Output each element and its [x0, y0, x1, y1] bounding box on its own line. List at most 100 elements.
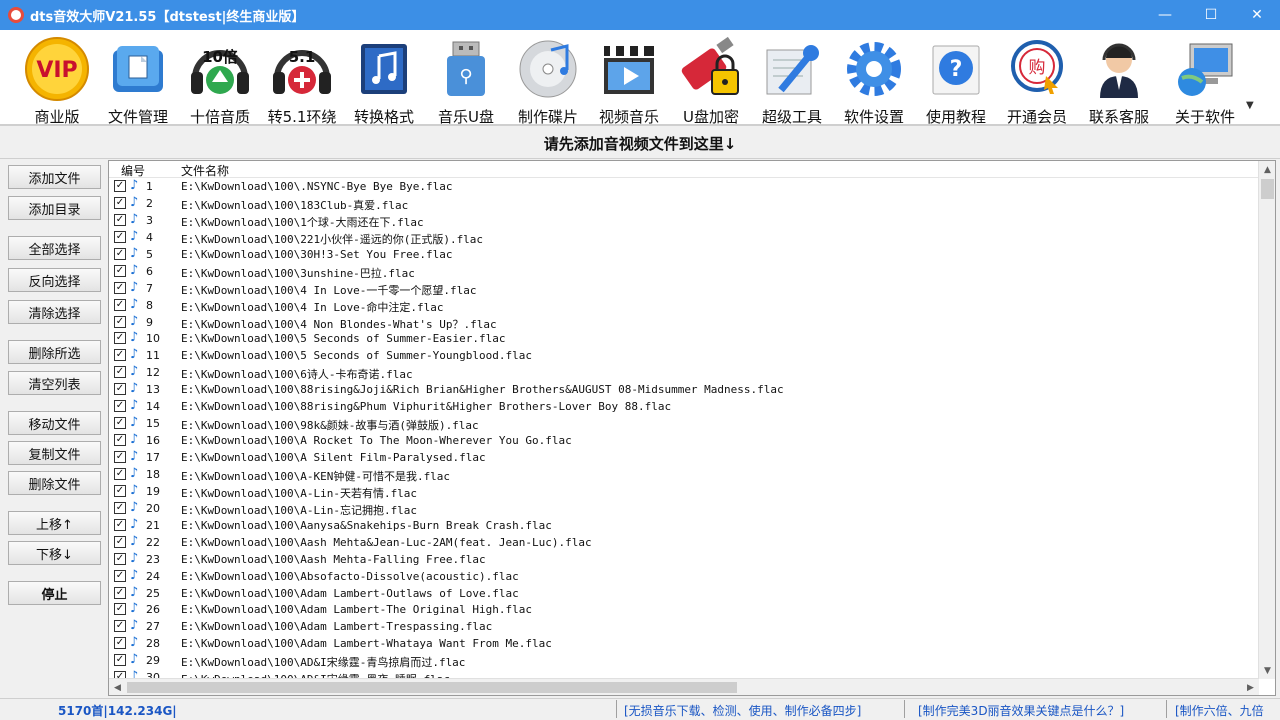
table-row[interactable]: ✓ ♪ 27 E:\KwDownload\100\Adam Lambert-Tresp…	[109, 618, 1259, 635]
horizontal-scrollbar[interactable]: ◀ ▶	[109, 678, 1259, 695]
table-row[interactable]: ✓ ♪ 14 E:\KwDownload\100\88rising&Phum Viph…	[109, 398, 1259, 415]
row-checkbox[interactable]: ✓	[114, 501, 126, 514]
table-row[interactable]: ✓ ♪ 9 E:\KwDownload\100\4 Non Blondes-What'…	[109, 314, 1259, 331]
row-checkbox[interactable]: ✓	[114, 552, 126, 565]
row-checkbox[interactable]: ✓	[114, 247, 126, 260]
table-row[interactable]: ✓ ♪ 26 E:\KwDownload\100\Adam Lambert-The O…	[109, 601, 1259, 618]
row-checkbox[interactable]: ✓	[114, 196, 126, 209]
toolbar-convert[interactable]: 转换格式	[344, 30, 424, 126]
move-up-button[interactable]: 上移↑	[8, 511, 101, 535]
table-row[interactable]: ✓ ♪ 28 E:\KwDownload\100\Adam Lambert-Whata…	[109, 635, 1259, 652]
toolbar-settings[interactable]: 软件设置	[834, 30, 914, 126]
table-row[interactable]: ✓ ♪ 17 E:\KwDownload\100\A Silent Film-Para…	[109, 449, 1259, 466]
help-link-multiplier[interactable]: [制作六倍、九倍	[1175, 702, 1264, 719]
toolbar-tutorial[interactable]: ? 使用教程	[916, 30, 996, 126]
toolbar-files[interactable]: 文件管理	[98, 30, 178, 126]
chevron-down-icon[interactable]: ▼	[1246, 100, 1254, 111]
row-checkbox[interactable]: ✓	[114, 451, 126, 463]
row-checkbox[interactable]: ✓	[114, 281, 126, 294]
scroll-down-icon[interactable]: ▼	[1259, 662, 1276, 679]
row-checkbox[interactable]: ✓	[114, 366, 126, 379]
toolbar-usb[interactable]: ⚲ 音乐U盘	[426, 30, 506, 126]
row-checkbox[interactable]: ✓	[114, 535, 126, 548]
table-row[interactable]: ✓ ♪ 22 E:\KwDownload\100\Aash Mehta&Jean-Lu…	[109, 534, 1259, 551]
column-header-filename[interactable]: 文件名称	[181, 162, 229, 179]
scroll-thumb[interactable]	[127, 682, 737, 693]
row-checkbox[interactable]: ✓	[114, 349, 126, 362]
row-checkbox[interactable]: ✓	[114, 620, 126, 633]
toolbar-about[interactable]: 关于软件	[1165, 30, 1245, 126]
select-all-button[interactable]: 全部选择	[8, 236, 101, 260]
row-checkbox[interactable]: ✓	[114, 654, 126, 667]
table-row[interactable]: ✓ ♪ 3 E:\KwDownload\100\1个球-大雨还在下.flac	[109, 212, 1259, 229]
scroll-right-icon[interactable]: ▶	[1242, 679, 1259, 696]
scroll-thumb[interactable]	[1261, 179, 1274, 199]
move-file-button[interactable]: 移动文件	[8, 411, 101, 435]
help-link-3d[interactable]: [制作完美3D丽音效果关键点是什么？]	[918, 702, 1124, 719]
row-checkbox[interactable]: ✓	[114, 586, 126, 599]
table-row[interactable]: ✓ ♪ 12 E:\KwDownload\100\6诗人-卡布奇诺.flac	[109, 364, 1259, 381]
delete-selected-button[interactable]: 删除所选	[8, 340, 101, 364]
row-checkbox[interactable]: ✓	[114, 518, 126, 531]
toolbar-member[interactable]: 购 开通会员	[997, 30, 1077, 126]
maximize-button[interactable]: ☐	[1188, 0, 1234, 30]
table-row[interactable]: ✓ ♪ 19 E:\KwDownload\100\A-Lin-天若有情.flac	[109, 483, 1259, 500]
minimize-button[interactable]: —	[1142, 0, 1188, 30]
row-checkbox[interactable]: ✓	[114, 637, 126, 650]
table-row[interactable]: ✓ ♪ 23 E:\KwDownload\100\Aash Mehta-Falling…	[109, 551, 1259, 568]
table-row[interactable]: ✓ ♪ 1 E:\KwDownload\100\.NSYNC-Bye Bye Bye.…	[109, 178, 1259, 195]
table-row[interactable]: ✓ ♪ 25 E:\KwDownload\100\Adam Lambert-Outla…	[109, 585, 1259, 602]
table-row[interactable]: ✓ ♪ 16 E:\KwDownload\100\A Rocket To The Mo…	[109, 432, 1259, 449]
table-row[interactable]: ✓ ♪ 21 E:\KwDownload\100\Aanysa&Snakehips-B…	[109, 517, 1259, 534]
table-row[interactable]: ✓ ♪ 24 E:\KwDownload\100\Absofacto-Dissolve…	[109, 568, 1259, 585]
row-checkbox[interactable]: ✓	[114, 264, 126, 277]
toolbar-surround[interactable]: 5.1 转5.1环绕	[262, 30, 342, 126]
table-row[interactable]: ✓ ♪ 18 E:\KwDownload\100\A-KEN钟健-可惜不是我.flac	[109, 466, 1259, 483]
table-row[interactable]: ✓ ♪ 29 E:\KwDownload\100\AD&I宋缘霆-青鸟掠肩而过.fla…	[109, 652, 1259, 669]
copy-file-button[interactable]: 复制文件	[8, 441, 101, 465]
row-checkbox[interactable]: ✓	[114, 213, 126, 226]
row-checkbox[interactable]: ✓	[114, 400, 126, 413]
file-list[interactable]: 编号 文件名称 ✓ ♪ 1 E:\KwDownload\100\.NSYNC-Bye …	[108, 160, 1276, 696]
invert-selection-button[interactable]: 反向选择	[8, 268, 101, 292]
table-row[interactable]: ✓ ♪ 13 E:\KwDownload\100\88rising&Joji&Rich…	[109, 381, 1259, 398]
clear-selection-button[interactable]: 清除选择	[8, 300, 101, 324]
row-checkbox[interactable]: ✓	[114, 603, 126, 616]
title-bar[interactable]: dts音效大师V21.55【dtstest|终生商业版】 — ☐ ✕	[0, 0, 1280, 30]
row-checkbox[interactable]: ✓	[114, 484, 126, 497]
table-row[interactable]: ✓ ♪ 11 E:\KwDownload\100\5 Seconds of Summe…	[109, 347, 1259, 364]
table-row[interactable]: ✓ ♪ 4 E:\KwDownload\100\221小伙伴-遥远的你(正式版).fl…	[109, 229, 1259, 246]
scroll-up-icon[interactable]: ▲	[1259, 161, 1276, 178]
scroll-left-icon[interactable]: ◀	[109, 679, 126, 696]
table-row[interactable]: ✓ ♪ 5 E:\KwDownload\100\30H!3-Set You Free.…	[109, 246, 1259, 263]
row-checkbox[interactable]: ✓	[114, 315, 126, 328]
row-checkbox[interactable]: ✓	[114, 230, 126, 243]
vertical-scrollbar[interactable]: ▲ ▼	[1258, 161, 1275, 679]
toolbar-support[interactable]: 联系客服	[1079, 30, 1159, 126]
row-checkbox[interactable]: ✓	[114, 180, 126, 192]
delete-file-button[interactable]: 删除文件	[8, 471, 101, 495]
table-row[interactable]: ✓ ♪ 15 E:\KwDownload\100\98k&颜妹-故事与酒(弹鼓版).f…	[109, 415, 1259, 432]
add-file-button[interactable]: 添加文件	[8, 165, 101, 189]
move-down-button[interactable]: 下移↓	[8, 541, 101, 565]
table-row[interactable]: ✓ ♪ 20 E:\KwDownload\100\A-Lin-忘记拥抱.flac	[109, 500, 1259, 517]
row-checkbox[interactable]: ✓	[114, 298, 126, 311]
toolbar-video[interactable]: 视频音乐	[589, 30, 669, 126]
row-checkbox[interactable]: ✓	[114, 434, 126, 447]
row-checkbox[interactable]: ✓	[114, 417, 126, 430]
table-row[interactable]: ✓ ♪ 2 E:\KwDownload\100\183Club-真爱.flac	[109, 195, 1259, 212]
row-checkbox[interactable]: ✓	[114, 569, 126, 582]
toolbar-lock[interactable]: U盘加密	[671, 30, 751, 126]
table-row[interactable]: ✓ ♪ 10 E:\KwDownload\100\5 Seconds of Summe…	[109, 330, 1259, 347]
stop-button[interactable]: 停止	[8, 581, 101, 605]
close-button[interactable]: ✕	[1234, 0, 1280, 30]
column-header-number[interactable]: 编号	[121, 162, 145, 179]
row-checkbox[interactable]: ✓	[114, 332, 126, 345]
add-directory-button[interactable]: 添加目录	[8, 196, 101, 220]
row-checkbox[interactable]: ✓	[114, 467, 126, 480]
row-checkbox[interactable]: ✓	[114, 383, 126, 396]
toolbar-ten[interactable]: 10倍 十倍音质	[180, 30, 260, 126]
help-link-lossless[interactable]: [无损音乐下载、检测、使用、制作必备四步]	[624, 702, 861, 719]
table-row[interactable]: ✓ ♪ 7 E:\KwDownload\100\4 In Love-一千零一个愿望.f…	[109, 280, 1259, 297]
table-row[interactable]: ✓ ♪ 6 E:\KwDownload\100\3unshine-巴拉.flac	[109, 263, 1259, 280]
